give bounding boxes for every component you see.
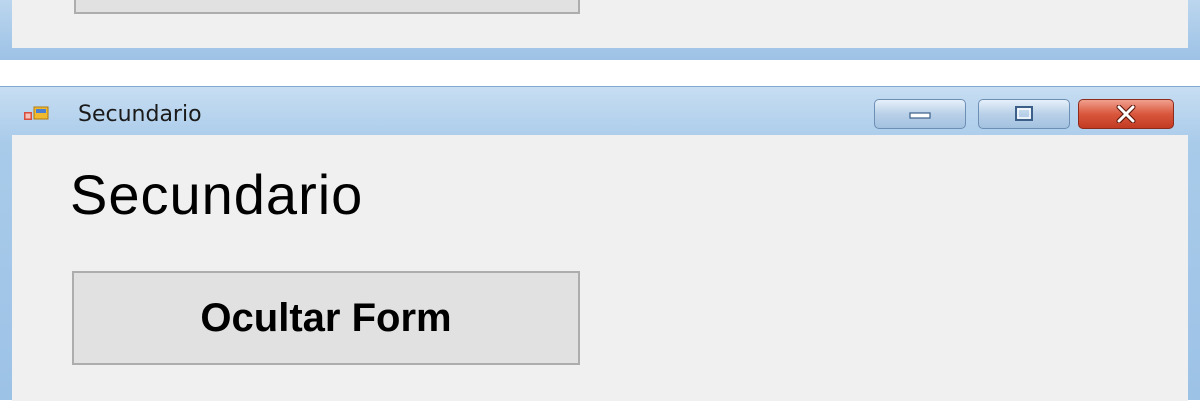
close-button[interactable] xyxy=(1078,99,1174,129)
background-window-client xyxy=(12,0,1188,48)
form-client-area: Secundario Ocultar Form xyxy=(12,135,1188,401)
minimize-button[interactable] xyxy=(874,99,966,129)
hide-form-button[interactable]: Ocultar Form xyxy=(72,271,580,365)
close-icon xyxy=(1116,105,1136,123)
title-bar[interactable]: Secundario xyxy=(0,87,1200,133)
minimize-icon xyxy=(909,112,931,119)
window-right-border xyxy=(1188,135,1200,401)
maximize-icon xyxy=(1015,106,1033,121)
app-icon xyxy=(24,106,49,120)
form-heading: Secundario xyxy=(70,163,364,226)
background-window-frame xyxy=(0,0,1200,60)
window-title: Secundario xyxy=(78,102,202,127)
background-window-button[interactable] xyxy=(74,0,580,14)
window-gap xyxy=(0,60,1200,86)
secondary-window: Secundario Secundario Ocultar Form xyxy=(0,86,1200,401)
maximize-button[interactable] xyxy=(978,99,1070,129)
